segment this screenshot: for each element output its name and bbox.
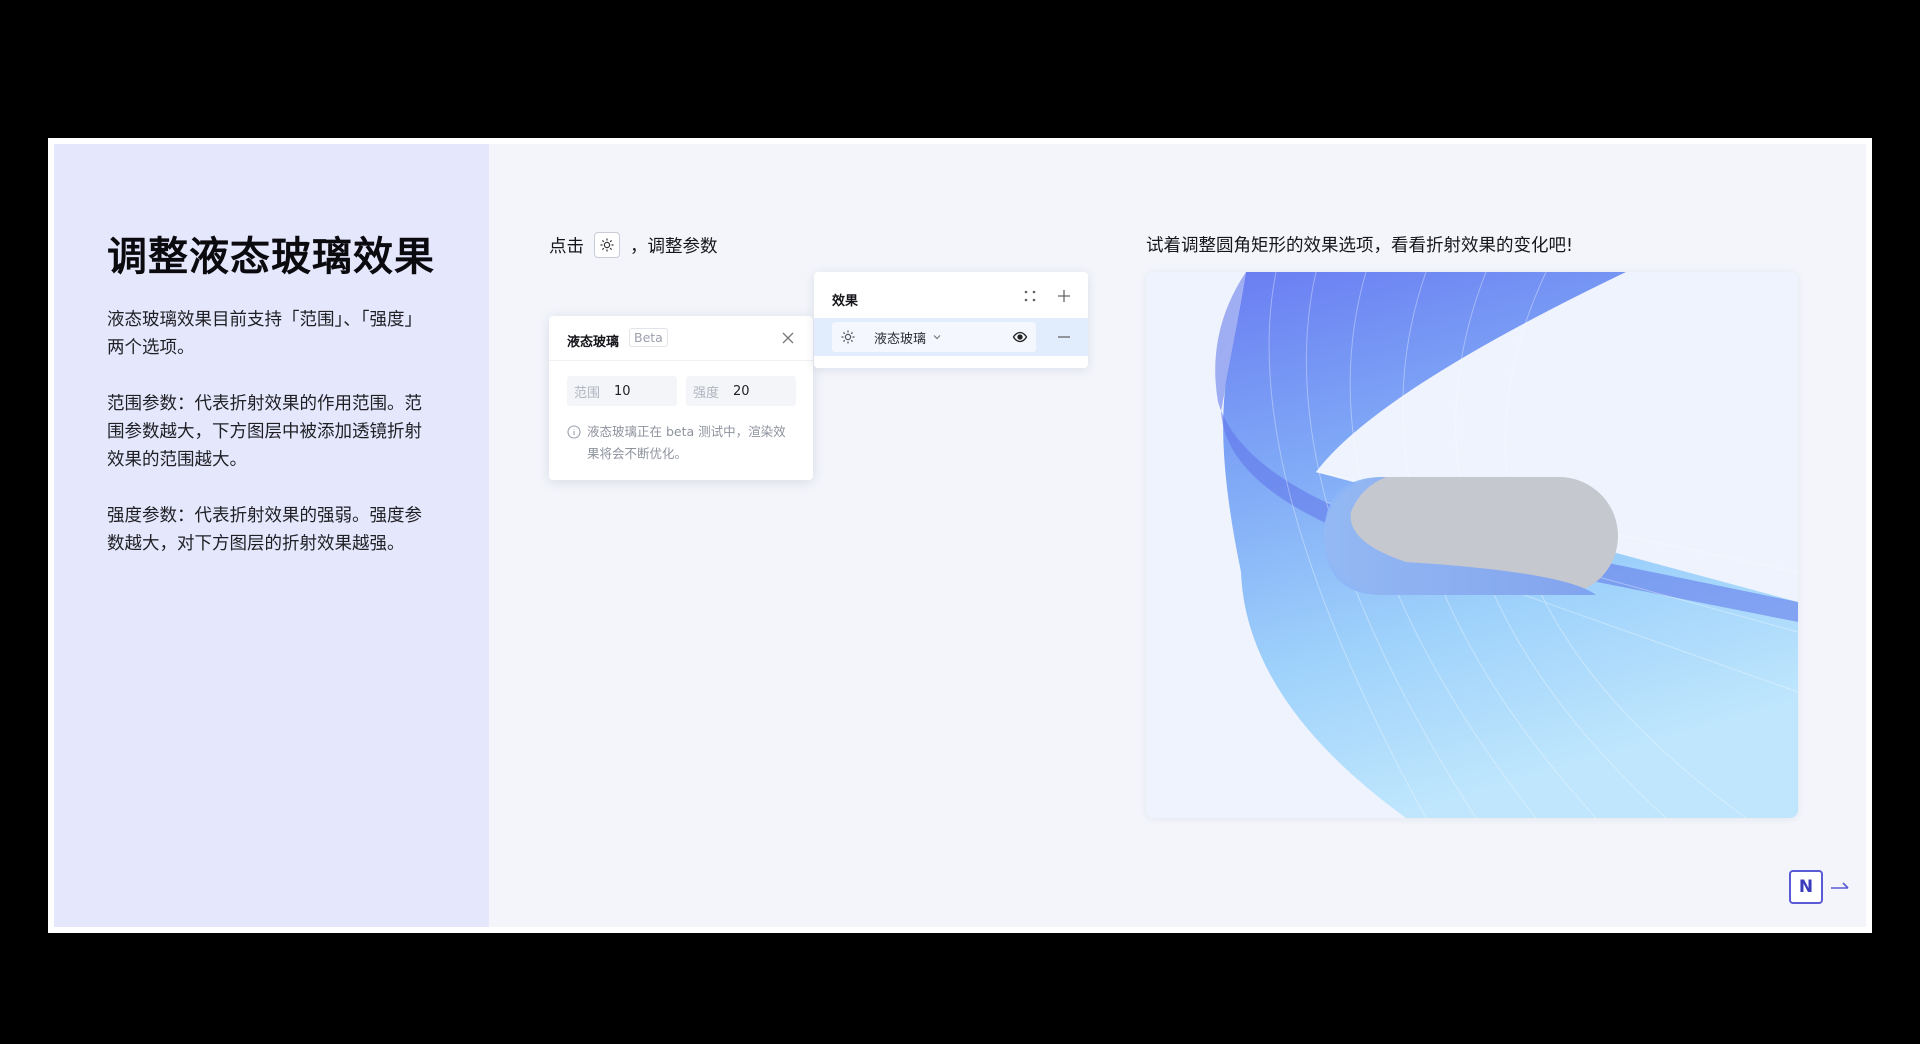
effects-title: 效果 xyxy=(832,294,859,309)
eye-icon[interactable] xyxy=(1012,329,1028,345)
effects-panel: 效果 液态玻璃 xyxy=(814,272,1088,368)
range-value[interactable]: 10 xyxy=(614,384,631,399)
page-title: 调整液态玻璃效果 xyxy=(107,234,435,280)
slide-frame: 调整液态玻璃效果 液态玻璃效果目前支持「范围」、「强度」两个选项。 范围参数：代… xyxy=(48,138,1872,933)
grid-icon[interactable] xyxy=(1022,288,1038,304)
effect-row-liquid-glass[interactable]: 液态玻璃 xyxy=(814,318,1088,356)
effect-item[interactable]: 液态玻璃 xyxy=(832,322,1036,352)
liquid-glass-dialog: 液态玻璃 Beta 范围 10 强度 20 液态玻璃正在 beta 测试中，渲染… xyxy=(549,316,813,480)
plus-icon[interactable] xyxy=(1056,288,1072,304)
beta-note-text: 液态玻璃正在 beta 测试中，渲染效果将会不断优化。 xyxy=(587,424,786,461)
preview-illustration xyxy=(1215,272,1798,818)
range-paragraph: 范围参数：代表折射效果的作用范围。范围参数越大，下方图层中被添加透镜折射效果的范… xyxy=(107,394,422,470)
right-instruction: 试着调整圆角矩形的效果选项，看看折射效果的变化吧! xyxy=(1146,236,1574,256)
range-label: 范围 xyxy=(574,385,601,401)
dialog-title: 液态玻璃 xyxy=(567,335,620,350)
chevron-down-icon[interactable] xyxy=(932,332,942,342)
strength-field[interactable]: 强度 20 xyxy=(686,376,796,406)
instruction-prefix: 点击 xyxy=(549,236,584,257)
close-icon[interactable] xyxy=(781,331,795,345)
gear-icon[interactable] xyxy=(594,232,620,258)
intro-paragraph: 液态玻璃效果目前支持「范围」、「强度」两个选项。 xyxy=(107,310,422,358)
beta-note: 液态玻璃正在 beta 测试中，渲染效果将会不断优化。 xyxy=(567,421,797,465)
left-instruction: 点击 ，调整参数 xyxy=(549,232,718,258)
next-button[interactable]: N xyxy=(1789,870,1823,904)
instruction-suffix: ，调整参数 xyxy=(630,236,718,257)
arrow-right-icon[interactable] xyxy=(1830,879,1850,895)
strength-paragraph: 强度参数：代表折射效果的强弱。强度参数越大，对下方图层的折射效果越强。 xyxy=(107,506,422,554)
effects-actions xyxy=(1022,288,1072,304)
gear-icon[interactable] xyxy=(840,329,856,345)
minus-icon[interactable] xyxy=(1056,330,1072,344)
info-icon xyxy=(567,425,581,439)
dialog-divider xyxy=(549,360,813,361)
slide-canvas: 调整液态玻璃效果 液态玻璃效果目前支持「范围」、「强度」两个选项。 范围参数：代… xyxy=(54,144,1866,927)
beta-badge: Beta xyxy=(629,328,668,347)
left-panel: 调整液态玻璃效果 液态玻璃效果目前支持「范围」、「强度」两个选项。 范围参数：代… xyxy=(54,144,489,927)
strength-value[interactable]: 20 xyxy=(733,384,750,399)
effect-item-label: 液态玻璃 xyxy=(874,331,927,347)
liquid-glass-preview xyxy=(1146,272,1798,818)
range-field[interactable]: 范围 10 xyxy=(567,376,677,406)
strength-label: 强度 xyxy=(693,385,720,401)
